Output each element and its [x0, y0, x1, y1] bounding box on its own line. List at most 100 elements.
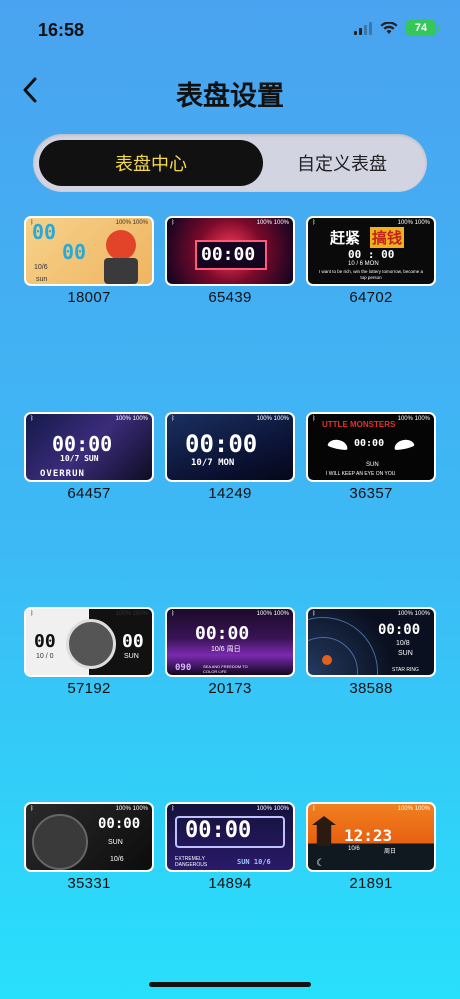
- watch-face-id: 21891: [349, 875, 393, 892]
- watch-face-thumbnail: ᛒ 100% 100% 12:23 10/6 周日 ☾: [306, 802, 436, 872]
- face-caption: SEA AND FREEDOM TO COLOR LIFE: [203, 664, 248, 674]
- thumb-status-bar: ᛒ 100% 100%: [30, 611, 148, 617]
- thumb-status-bar: ᛒ 100% 100%: [312, 416, 430, 422]
- face-time: 12:23: [344, 826, 393, 845]
- face-time: 00 : 00: [348, 248, 395, 261]
- face-date: 10/6: [110, 856, 124, 863]
- bluetooth-icon: ᛒ: [171, 220, 175, 226]
- face-caption: I want to be rich, win the lottery tomor…: [318, 269, 424, 280]
- watch-face-id: 57192: [67, 680, 111, 697]
- face-time: 00:00: [185, 818, 252, 843]
- face-time: 00:00: [98, 816, 141, 832]
- character-illustration: [106, 230, 136, 260]
- bluetooth-icon: ᛒ: [312, 806, 316, 812]
- moon-icon: ☾: [316, 858, 325, 869]
- face-date: 10/6 周日: [211, 646, 241, 653]
- face-date: SUN 10/6: [237, 858, 271, 866]
- face-time: 00:00: [195, 623, 250, 644]
- face-minutes: 00: [62, 240, 87, 264]
- bluetooth-icon: ᛒ: [312, 220, 316, 226]
- planet-icon: [322, 655, 332, 665]
- face-day: SUN: [124, 653, 139, 660]
- watch-face-card[interactable]: ᛒ 100% 100% 00:00 EXTREMELY DANGEROUS SUN…: [165, 802, 295, 892]
- face-date: 10/8: [396, 640, 410, 647]
- thumb-status-bar: ᛒ 100% 100%: [30, 220, 148, 226]
- watch-face-thumbnail: ᛒ 100% 100% 00:00 SUN 10/6: [24, 802, 154, 872]
- battery-icon: 74: [406, 20, 439, 36]
- thumb-status-bar: ᛒ 100% 100%: [171, 416, 289, 422]
- face-date: 10/6: [348, 846, 360, 852]
- face-hours: 00: [34, 631, 56, 652]
- face-caption: OVERRUN: [40, 469, 85, 479]
- thumb-status-bar: ᛒ 100% 100%: [30, 416, 148, 422]
- watch-face-card[interactable]: ᛒ 100% 100% 00 00 10/6 sun 18007: [24, 216, 154, 306]
- analog-dial: [32, 814, 88, 870]
- eye-right: [393, 438, 415, 451]
- watch-face-thumbnail: ᛒ 100% 100% 00 00 10/6 sun: [24, 216, 154, 286]
- face-caption: EXTREMELY DANGEROUS: [175, 856, 208, 868]
- battery-level: 74: [414, 22, 428, 34]
- bluetooth-icon: ᛒ: [30, 220, 34, 226]
- face-minutes: 00: [122, 631, 144, 652]
- watch-face-id: 18007: [67, 289, 111, 306]
- face-date: 10 / 6 MON: [348, 261, 379, 267]
- watch-face-id: 36357: [349, 485, 393, 502]
- face-day: sun: [36, 276, 48, 283]
- face-day: 周日: [384, 849, 397, 855]
- bluetooth-icon: ᛒ: [312, 611, 316, 617]
- watch-face-card[interactable]: ᛒ 100% 100% 12:23 10/6 周日 ☾ 21891: [306, 802, 436, 892]
- watch-face-thumbnail: ᛒ 100% 100% 00:00 10/7 MON: [165, 412, 295, 482]
- wifi-icon: [380, 21, 398, 34]
- watch-face-id: 65439: [208, 289, 252, 306]
- watch-face-card[interactable]: ᛒ 100% 100% 00:00 10/8 SUN STAR RING 3858…: [306, 607, 436, 697]
- status-time: 16:58: [38, 20, 85, 40]
- watch-face-thumbnail: ᛒ 100% 100% UTTLE MONSTERS 00:00 SUN I WI…: [306, 412, 436, 482]
- watch-face-card[interactable]: ᛒ 100% 100% 00:00 SUN 10/6 35331: [24, 802, 154, 892]
- watch-face-id: 35331: [67, 875, 111, 892]
- face-date: 10/6: [34, 264, 48, 271]
- face-day: SUN: [108, 839, 123, 846]
- home-indicator: [149, 982, 311, 987]
- watch-face-card[interactable]: ᛒ 100% 100% 00 10 / 0 00 SUN 57192: [24, 607, 154, 697]
- thumb-status-bar: ᛒ 100% 100%: [312, 611, 430, 617]
- thumb-status-bar: ᛒ 100% 100%: [30, 806, 148, 812]
- tab-switcher: 表盘中心 自定义表盘: [33, 134, 427, 192]
- thumb-status-bar: ᛒ 100% 100%: [171, 611, 289, 617]
- watch-face-thumbnail: ᛒ 100% 100% 00:00 10/6 周日 090 SEA AND FRE…: [165, 607, 295, 677]
- tab-watch-face-center[interactable]: 表盘中心: [39, 140, 263, 186]
- face-time: 00:00: [201, 244, 256, 265]
- watch-face-thumbnail: ᛒ 100% 100% 00:00 10/8 SUN STAR RING: [306, 607, 436, 677]
- watch-face-card[interactable]: ᛒ 100% 100% 00:00 10/6 周日 090 SEA AND FRE…: [165, 607, 295, 697]
- face-day: SUN: [398, 650, 413, 657]
- pagoda-silhouette: [312, 816, 336, 846]
- bluetooth-icon: ᛒ: [171, 416, 175, 422]
- watch-face-card[interactable]: ᛒ 100% 100% UTTLE MONSTERS 00:00 SUN I WI…: [306, 412, 436, 502]
- bluetooth-icon: ᛒ: [171, 806, 175, 812]
- status-bar: 16:58 74: [0, 0, 460, 60]
- bluetooth-icon: ᛒ: [30, 806, 34, 812]
- watch-face-thumbnail: ᛒ 100% 100% 00:00: [165, 216, 295, 286]
- watch-face-card[interactable]: ᛒ 100% 100% 00:00 65439: [165, 216, 295, 306]
- thumb-status-bar: ᛒ 100% 100%: [312, 806, 430, 812]
- watch-face-card[interactable]: ᛒ 100% 100% 00:00 10/7 MON 14249: [165, 412, 295, 502]
- face-time: 00:00: [52, 432, 113, 456]
- watch-face-id: 64702: [349, 289, 393, 306]
- watch-face-card[interactable]: ᛒ 100% 100% 赶紧 搞钱 00 : 00 10 / 6 MON I wa…: [306, 216, 436, 306]
- tab-custom-watch-face[interactable]: 自定义表盘: [263, 140, 421, 186]
- bluetooth-icon: ᛒ: [312, 416, 316, 422]
- face-time: 00:00: [378, 622, 421, 638]
- face-steps: 090: [175, 663, 192, 673]
- bluetooth-icon: ᛒ: [171, 611, 175, 617]
- watch-face-id: 14249: [208, 485, 252, 502]
- watch-face-card[interactable]: ᛒ 100% 100% 00:00 10/7 SUN OVERRUN 64457: [24, 412, 154, 502]
- cellular-signal-icon: [354, 21, 372, 35]
- watch-face-thumbnail: ᛒ 100% 100% 00:00 10/7 SUN OVERRUN: [24, 412, 154, 482]
- thumb-status-bar: ᛒ 100% 100%: [171, 220, 289, 226]
- watch-face-id: 14894: [208, 875, 252, 892]
- watch-face-thumbnail: ᛒ 100% 100% 00:00 EXTREMELY DANGEROUS SUN…: [165, 802, 295, 872]
- face-slogan-highlight: 搞钱: [370, 227, 405, 248]
- thumb-status-bar: ᛒ 100% 100%: [312, 220, 430, 226]
- status-icons: 74: [354, 20, 439, 36]
- page-title: 表盘设置: [176, 81, 284, 111]
- face-day: SUN: [366, 462, 379, 468]
